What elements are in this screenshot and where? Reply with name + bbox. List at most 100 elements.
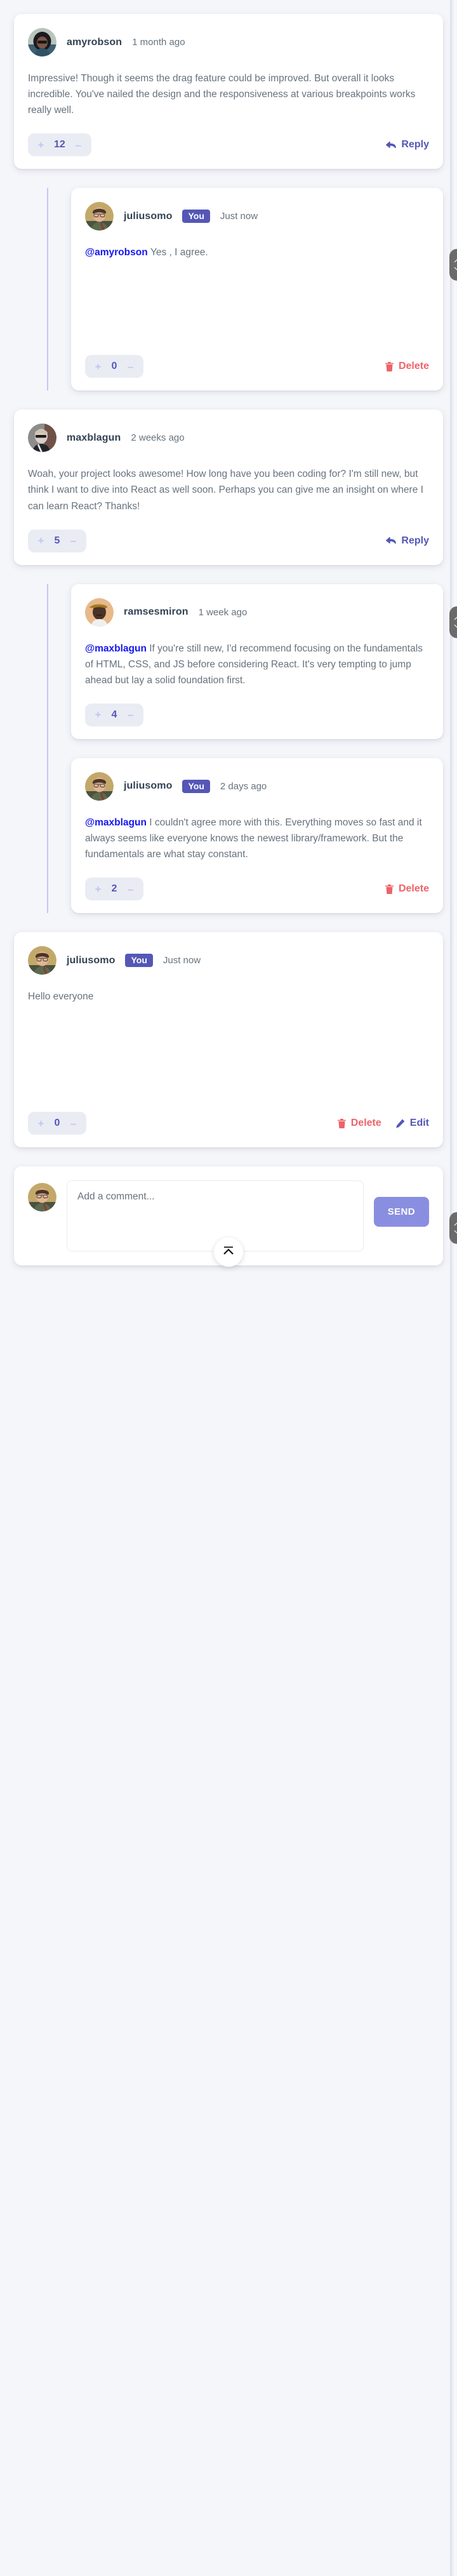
chevron-up-icon[interactable] (454, 258, 457, 263)
downvote-button[interactable]: – (126, 709, 135, 720)
delete-button[interactable]: Delete (385, 361, 429, 372)
chevron-up-icon[interactable] (454, 1222, 457, 1226)
comment-footer: + 0 – Delete Edit (28, 1112, 429, 1135)
scroll-to-top-button[interactable] (214, 1238, 243, 1267)
chevron-up-icon[interactable] (454, 616, 457, 620)
reply-label: Reply (401, 535, 429, 546)
comment-card-juliusomo-own: juliusomo You Just now Hello everyone + … (14, 932, 443, 1148)
trash-icon (385, 884, 394, 894)
comment-body: @maxblagun I couldn't agree more with th… (85, 815, 429, 862)
vote-control[interactable]: + 5 – (28, 529, 86, 552)
comment-username: maxblagun (67, 432, 121, 443)
comment-body: @amyrobson Yes , I agree. (85, 244, 429, 340)
comment-text: Hello everyone (28, 991, 94, 1003)
avatar-juliusomo[interactable] (28, 946, 56, 975)
comment-footer: + 4 – (85, 703, 429, 726)
comment-input[interactable] (67, 1180, 364, 1252)
reply-button[interactable]: Reply (385, 139, 429, 150)
trash-icon (337, 1118, 346, 1128)
avatar-maxblagun[interactable] (28, 424, 56, 453)
comment-body: Hello everyone (28, 989, 429, 1097)
comment-body: Woah, your project looks awesome! How lo… (28, 466, 429, 514)
downvote-button[interactable]: – (126, 361, 135, 372)
scroll-control-pill[interactable] (449, 1212, 457, 1245)
page-edge-shadow (450, 0, 456, 2576)
downvote-button[interactable]: – (69, 535, 77, 546)
avatar-juliusomo[interactable] (85, 771, 114, 801)
upvote-button[interactable]: + (94, 361, 102, 372)
comment-text: Yes , I agree. (150, 247, 208, 258)
vote-score: 12 (54, 139, 65, 150)
delete-button[interactable]: Delete (337, 1118, 381, 1129)
comment-username: amyrobson (67, 36, 123, 48)
trash-icon (385, 361, 394, 371)
upvote-button[interactable]: + (94, 709, 102, 720)
vote-score: 4 (111, 709, 117, 720)
avatar-juliusomo[interactable] (85, 202, 114, 231)
upvote-button[interactable]: + (37, 1118, 45, 1129)
comment-footer: + 2 – Delete (85, 878, 429, 901)
comment-timestamp: Just now (220, 211, 258, 222)
vote-score: 0 (111, 361, 117, 372)
comment-mention[interactable]: @maxblagun (85, 643, 149, 654)
comment-card-maxblagun: maxblagun 2 weeks ago Woah, your project… (14, 410, 457, 639)
comment-timestamp: 2 weeks ago (131, 432, 185, 444)
avatar-amyrobson[interactable] (28, 28, 56, 57)
comment-username: ramsesmiron (124, 606, 189, 618)
upvote-button[interactable]: + (94, 884, 102, 895)
comment-header: maxblagun 2 weeks ago (28, 424, 429, 453)
comment-footer: + 0 – Delete (85, 355, 429, 378)
scroll-control-pill[interactable] (449, 249, 457, 281)
comment-header: juliusomo You 2 days ago (85, 771, 429, 801)
reply-button[interactable]: Reply (385, 535, 429, 547)
downvote-button[interactable]: – (126, 884, 135, 895)
avatar-current-user[interactable] (28, 1183, 56, 1212)
edit-button[interactable]: Edit (395, 1118, 429, 1129)
downvote-button[interactable]: – (74, 140, 83, 150)
reply-thread-1: juliusomo You Just now @amyrobson Yes , … (47, 188, 457, 391)
comment-body: Impressive! Though it seems the drag fea… (28, 70, 429, 118)
comments-app: amyrobson 1 month ago Impressive! Though… (0, 0, 457, 2576)
comment-mention[interactable]: @amyrobson (85, 247, 150, 258)
comment-card-juliusomo-reply-1: juliusomo You Just now @amyrobson Yes , … (71, 188, 457, 391)
reply-label: Reply (401, 139, 429, 150)
add-comment-form: SEND (14, 1166, 457, 1267)
comment-timestamp: 2 days ago (220, 780, 267, 792)
comment-timestamp: Just now (162, 955, 201, 966)
comment-card-amyrobson: amyrobson 1 month ago Impressive! Though… (14, 14, 443, 170)
comment-timestamp: 1 week ago (198, 606, 248, 618)
send-button[interactable]: SEND (373, 1197, 429, 1227)
vote-score: 0 (54, 1118, 60, 1129)
comment-body: @maxblagun If you're still new, I'd reco… (85, 641, 429, 688)
downvote-button[interactable]: – (69, 1118, 77, 1129)
avatar-ramsesmiron[interactable] (85, 597, 114, 627)
upvote-button[interactable]: + (37, 140, 45, 150)
comment-header: juliusomo You Just now (28, 946, 429, 975)
chevron-down-icon[interactable] (454, 1230, 457, 1234)
upvote-button[interactable]: + (37, 535, 45, 546)
vote-control[interactable]: + 0 – (85, 355, 143, 378)
comment-username: juliusomo (124, 780, 173, 792)
comment-card-ramsesmiron: ramsesmiron 1 week ago @maxblagun If you… (71, 584, 443, 739)
chevron-down-icon[interactable] (454, 624, 457, 629)
pencil-icon (395, 1119, 405, 1128)
comment-timestamp: 1 month ago (132, 37, 185, 48)
reply-arrow-icon (385, 140, 397, 150)
you-badge: You (125, 954, 153, 968)
comment-header: juliusomo You Just now (85, 202, 429, 231)
comment-text: Impressive! Though it seems the drag fea… (28, 73, 416, 116)
comment-footer: + 5 – Reply (28, 529, 429, 552)
vote-control[interactable]: + 0 – (28, 1112, 86, 1135)
vote-control[interactable]: + 2 – (85, 878, 143, 901)
delete-button[interactable]: Delete (385, 883, 429, 895)
vote-control[interactable]: + 12 – (28, 133, 91, 157)
scroll-control-pill[interactable] (449, 606, 457, 639)
comment-mention[interactable]: @maxblagun (85, 817, 149, 828)
vote-score: 5 (54, 535, 60, 546)
reply-arrow-icon (385, 536, 397, 545)
you-badge: You (182, 210, 210, 224)
vote-control[interactable]: + 4 – (85, 703, 143, 726)
comment-username: juliusomo (67, 954, 116, 966)
delete-label: Delete (398, 361, 429, 372)
chevron-down-icon[interactable] (454, 267, 457, 271)
